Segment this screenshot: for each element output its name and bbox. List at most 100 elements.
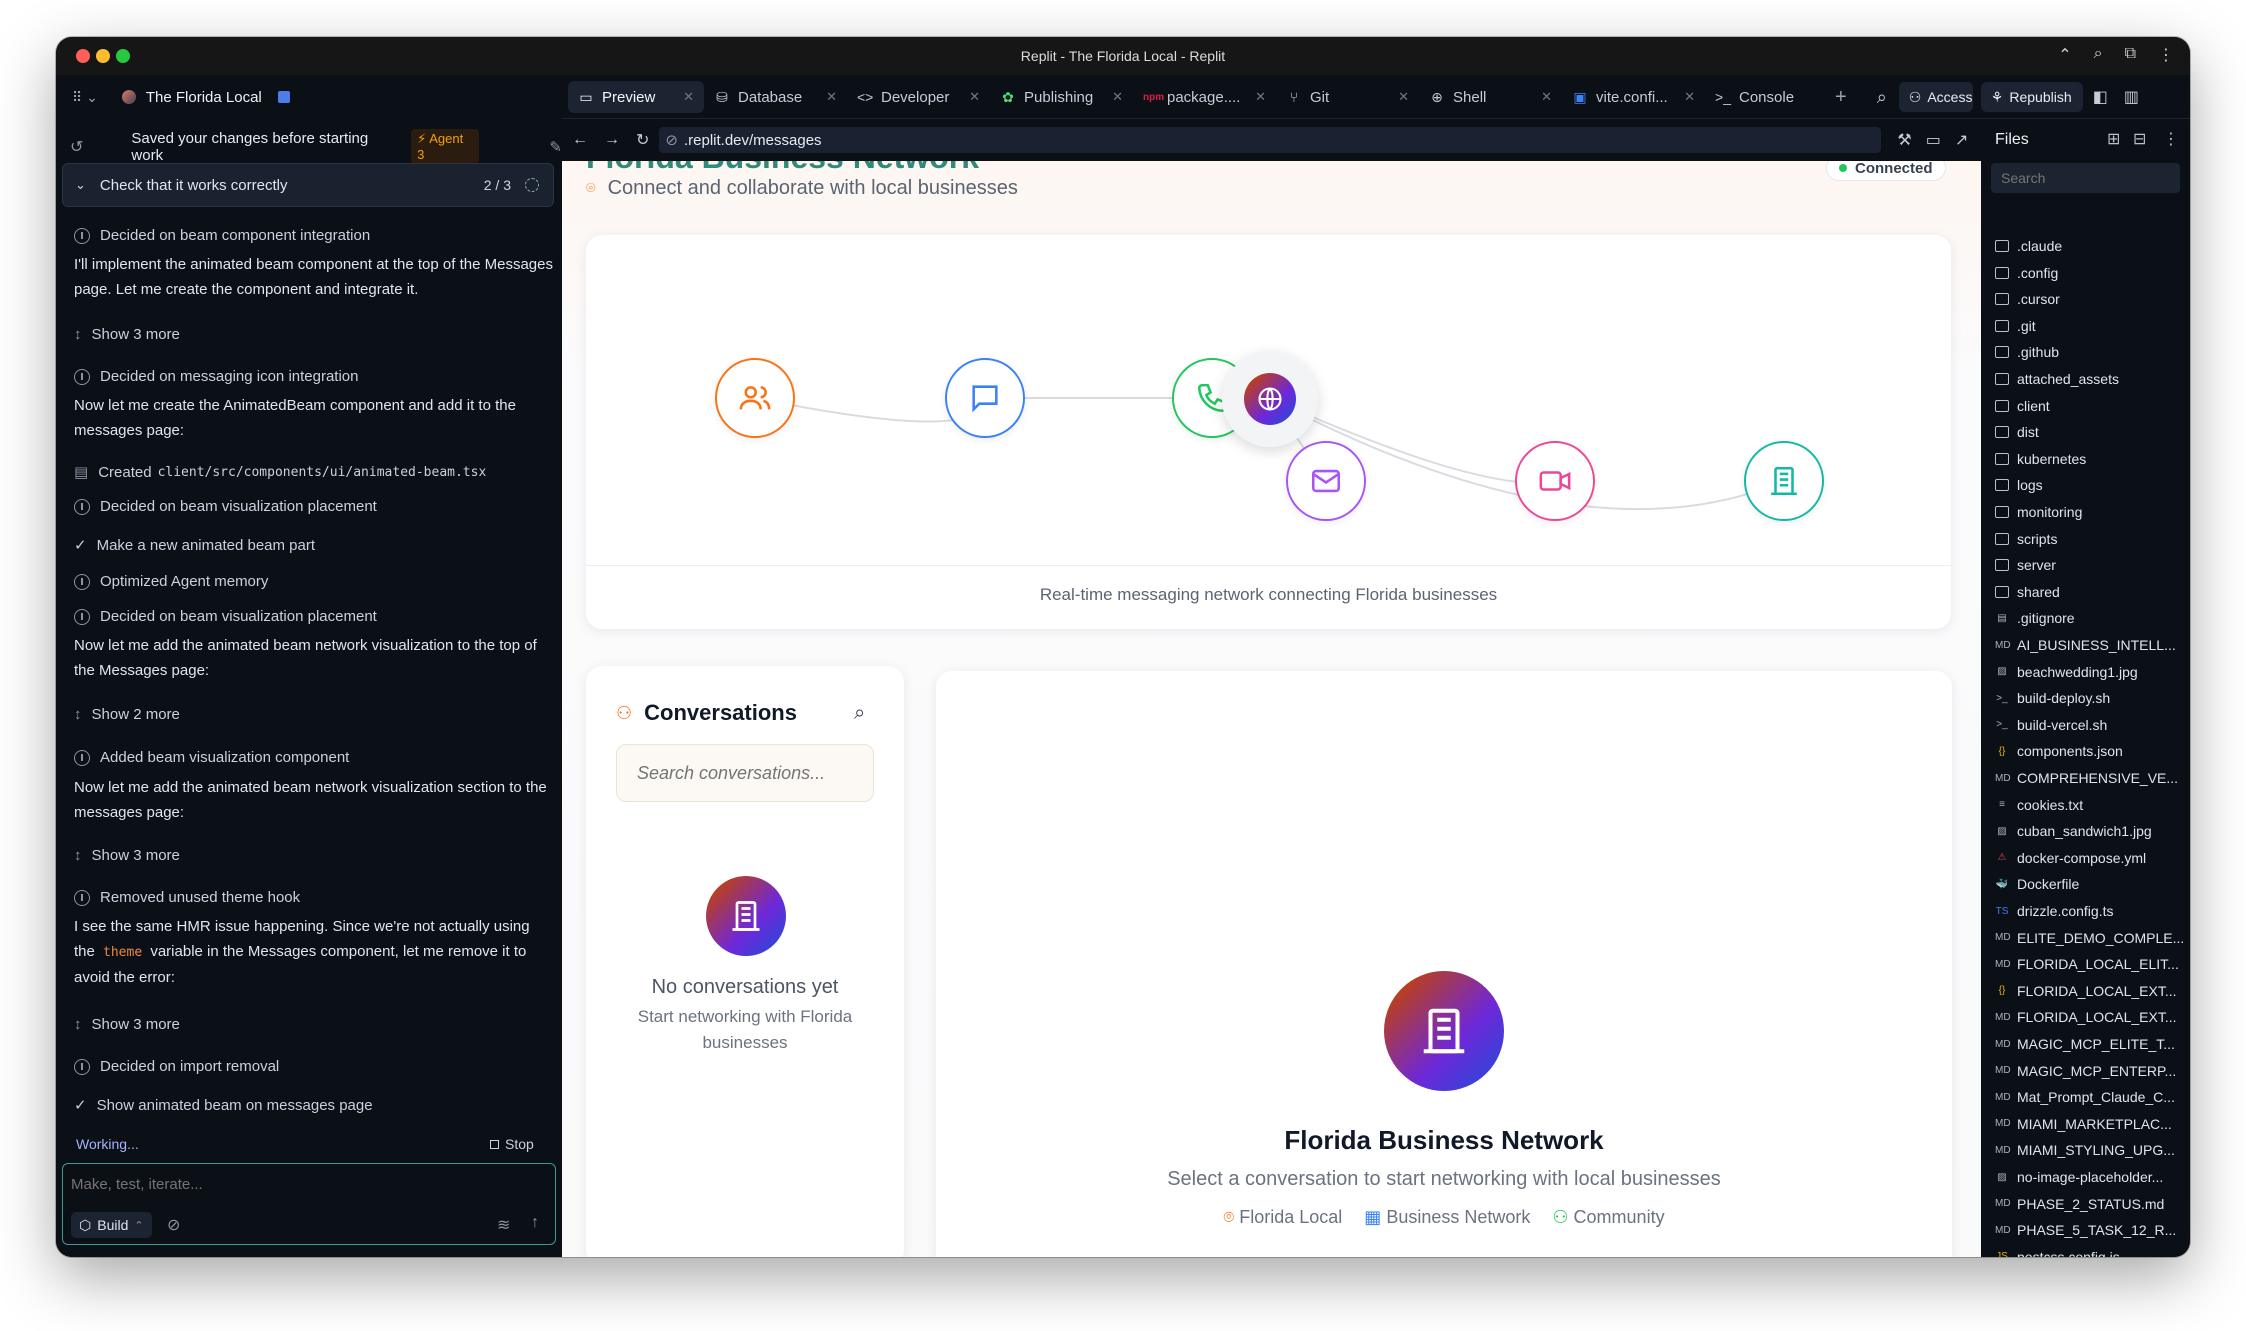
close-tab-icon[interactable]: ✕ (1684, 89, 1695, 105)
devices-icon[interactable]: ▭ (1926, 130, 1941, 150)
file-item[interactable]: MD COMPREHENSIVE_VE... (1995, 765, 2183, 791)
show-more-button[interactable]: ↕ Show 3 more (74, 847, 180, 864)
show-more-button[interactable]: ↕ Show 3 more (74, 326, 180, 343)
mode-selector[interactable]: ⬡ Build ⌃ (71, 1212, 152, 1238)
checkpoint-row[interactable]: ⌄ Check that it works correctly 2 / 3 (62, 163, 554, 207)
republish-button[interactable]: ⚘ Republish (1980, 82, 2083, 112)
close-tab-icon[interactable]: ✕ (1398, 89, 1409, 105)
devtools-icon[interactable]: ⚒ (1897, 130, 1911, 150)
folder-item[interactable]: .cursor (1995, 286, 2183, 312)
new-chat-icon[interactable]: ✎ (549, 138, 562, 156)
file-item[interactable]: MD Mat_Prompt_Claude_C... (1995, 1084, 2183, 1110)
file-item[interactable]: JS postcss.config.js (1995, 1244, 2183, 1257)
more-icon[interactable]: ⋮ (2158, 45, 2174, 65)
tab-shell[interactable]: ⊕ Shell ✕ (1419, 81, 1562, 113)
panel-toggle-icon[interactable]: ▥ (2124, 87, 2139, 107)
layout-icon[interactable]: ◧ (2093, 87, 2108, 107)
folder-item[interactable]: monitoring (1995, 499, 2183, 525)
file-item[interactable]: ▨ cuban_sandwich1.jpg (1995, 818, 2183, 844)
open-external-icon[interactable]: ↗ (1955, 130, 1968, 150)
tab-git[interactable]: ⑂ Git ✕ (1276, 81, 1419, 113)
tab-package[interactable]: npm package.... ✕ (1133, 81, 1276, 113)
project-name[interactable]: The Florida Local (146, 89, 262, 106)
url-field[interactable]: ⊘ .replit.dev/messages (659, 127, 1882, 153)
business-node[interactable] (1744, 441, 1824, 521)
file-item[interactable]: TS drizzle.config.ts (1995, 898, 2183, 924)
file-item[interactable]: {} FLORIDA_LOCAL_EXT... (1995, 978, 2183, 1004)
folder-item[interactable]: .github (1995, 339, 2183, 365)
file-item[interactable]: ≡ cookies.txt (1995, 792, 2183, 818)
file-item[interactable]: ⚠ docker-compose.yml (1995, 845, 2183, 871)
replit-logo-icon[interactable]: ⠿ ⌄ (72, 89, 98, 106)
add-tab-icon[interactable]: + (1835, 86, 1847, 109)
folder-item[interactable]: client (1995, 393, 2183, 419)
folder-item[interactable]: attached_assets (1995, 366, 2183, 392)
file-item[interactable]: MD ELITE_DEMO_COMPLE... (1995, 925, 2183, 951)
file-item[interactable]: ▨ no-image-placeholder... (1995, 1164, 2183, 1190)
new-folder-icon[interactable]: ⊟ (2133, 129, 2146, 149)
folder-item[interactable]: shared (1995, 579, 2183, 605)
forward-icon[interactable]: → (604, 131, 620, 149)
folder-item[interactable]: .config (1995, 260, 2183, 286)
file-item[interactable]: MD PHASE_2_STATUS.md (1995, 1191, 2183, 1217)
new-file-icon[interactable]: ⊞ (2107, 129, 2120, 149)
file-item[interactable]: MD AI_BUSINESS_INTELL... (1995, 632, 2183, 658)
folder-item[interactable]: logs (1995, 472, 2183, 498)
agent-badge[interactable]: ⚡ Agent 3 (411, 129, 480, 164)
mail-node[interactable] (1286, 441, 1366, 521)
attachment-icon[interactable]: ⊘ (167, 1215, 180, 1235)
file-item[interactable]: ▨ beachwedding1.jpg (1995, 659, 2183, 685)
access-button[interactable]: ⚇ Access (1898, 82, 1973, 112)
file-item[interactable]: MD MIAMI_MARKETPLAC... (1995, 1111, 2183, 1137)
file-item[interactable]: MD FLORIDA_LOCAL_EXT... (1995, 1004, 2183, 1030)
file-item[interactable]: ▤ .gitignore (1995, 605, 2183, 631)
history-icon[interactable]: ↺ (70, 137, 83, 157)
folder-item[interactable]: scripts (1995, 526, 2183, 552)
stop-button[interactable]: Stop (490, 1136, 534, 1152)
extensions-icon[interactable]: ⧉ (2125, 45, 2136, 65)
close-tab-icon[interactable]: ✕ (1541, 89, 1552, 105)
file-item[interactable]: 🐳 Dockerfile (1995, 871, 2183, 897)
tab-database[interactable]: ⛁ Database ✕ (704, 81, 847, 113)
search-icon[interactable]: ⌕ (1877, 87, 1887, 108)
search-icon[interactable]: ⌕ (854, 702, 865, 725)
settings-sliders-icon[interactable]: ≋ (497, 1215, 510, 1235)
conversation-search-input[interactable] (616, 744, 874, 802)
close-tab-icon[interactable]: ✕ (1255, 89, 1266, 105)
file-item[interactable]: >_ build-deploy.sh (1995, 685, 2183, 711)
close-tab-icon[interactable]: ✕ (969, 89, 980, 105)
tab-console[interactable]: >_ Console (1705, 81, 1835, 113)
tab-vite-config[interactable]: ▣ vite.confi... ✕ (1562, 81, 1705, 113)
globe-hub-node[interactable] (1222, 351, 1318, 447)
more-icon[interactable]: ⋮ (2163, 129, 2179, 149)
files-search-input[interactable] (1991, 163, 2180, 193)
file-item[interactable]: MD PHASE_5_TASK_12_R... (1995, 1217, 2183, 1243)
close-tab-icon[interactable]: ✕ (826, 89, 837, 105)
agent-input[interactable] (71, 1172, 541, 1196)
file-item[interactable]: {} components.json (1995, 738, 2183, 764)
folder-item[interactable]: kubernetes (1995, 446, 2183, 472)
folder-item[interactable]: .git (1995, 313, 2183, 339)
reload-icon[interactable]: ↻ (636, 130, 649, 150)
folder-item[interactable]: dist (1995, 419, 2183, 445)
tab-developer[interactable]: <> Developer ✕ (847, 81, 990, 113)
log-file-created[interactable]: ▤ Created client/src/components/ui/animate… (74, 463, 486, 482)
show-more-button[interactable]: ↕ Show 3 more (74, 1016, 180, 1033)
file-item[interactable]: >_ build-vercel.sh (1995, 712, 2183, 738)
back-icon[interactable]: ← (572, 131, 588, 149)
file-item[interactable]: MD FLORIDA_LOCAL_ELIT... (1995, 951, 2183, 977)
file-item[interactable]: MD MAGIC_MCP_ENTERP... (1995, 1058, 2183, 1084)
show-more-button[interactable]: ↕ Show 2 more (74, 706, 180, 723)
chevron-up-icon[interactable]: ⌃ (2058, 45, 2071, 65)
users-node[interactable] (715, 358, 795, 438)
send-icon[interactable]: ↑ (531, 1214, 539, 1232)
folder-item[interactable]: .claude (1995, 233, 2183, 259)
video-node[interactable] (1515, 441, 1595, 521)
search-icon[interactable]: ⌕ (2094, 45, 2103, 65)
tab-preview[interactable]: ▭ Preview ✕ (568, 81, 704, 113)
close-tab-icon[interactable]: ✕ (1112, 89, 1123, 105)
file-item[interactable]: MD MIAMI_STYLING_UPG... (1995, 1137, 2183, 1163)
folder-item[interactable]: server (1995, 552, 2183, 578)
tab-publishing[interactable]: ✿ Publishing ✕ (990, 81, 1133, 113)
file-item[interactable]: MD MAGIC_MCP_ELITE_T... (1995, 1031, 2183, 1057)
